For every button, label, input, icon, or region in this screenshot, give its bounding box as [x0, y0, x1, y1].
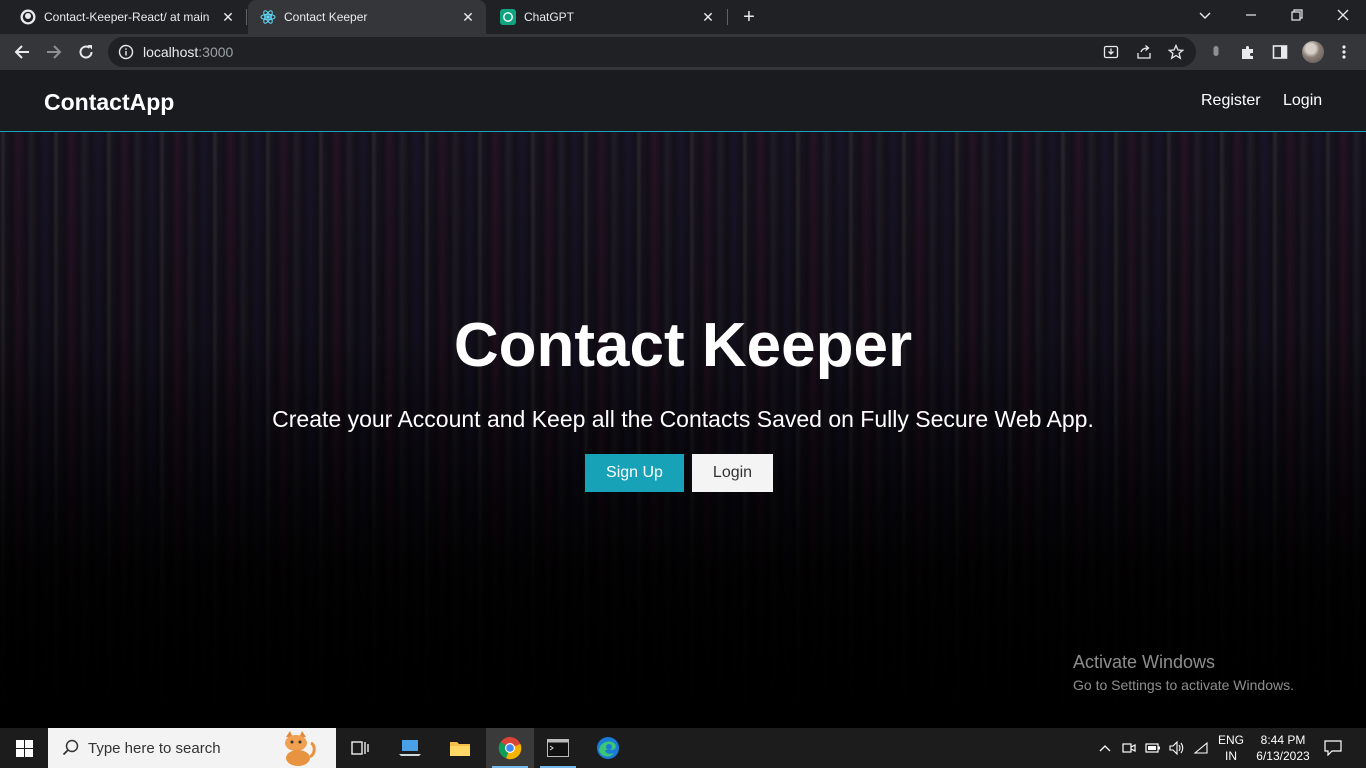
reload-icon [79, 45, 93, 59]
region-code: IN [1225, 749, 1237, 763]
start-button[interactable] [0, 728, 48, 768]
task-view-button[interactable] [336, 728, 384, 768]
extension-pin-icon [1213, 46, 1219, 56]
watermark-subtitle: Go to Settings to activate Windows. [1073, 677, 1294, 693]
reload-button[interactable] [72, 38, 100, 66]
tab-github[interactable]: Contact-Keeper-React/ at main · ✕ [8, 0, 246, 34]
taskbar-chrome[interactable] [486, 728, 534, 768]
tab-title: Contact-Keeper-React/ at main · [44, 10, 214, 24]
camera-icon [1122, 743, 1136, 753]
puzzle-icon [1242, 46, 1253, 59]
new-tab-button[interactable]: + [737, 5, 761, 29]
search-icon [62, 739, 79, 756]
hero-subtitle: Create your Account and Keep all the Con… [272, 406, 1094, 432]
language-code: ENG [1217, 733, 1244, 747]
tray-camera[interactable] [1118, 728, 1140, 768]
taskbar-laptop-app[interactable] [386, 728, 434, 768]
restore-icon [1291, 9, 1303, 21]
tab-title: ChatGPT [524, 10, 575, 24]
minimize-button[interactable] [1228, 0, 1274, 30]
tab-title: Contact Keeper [284, 10, 368, 24]
tray-battery[interactable] [1142, 728, 1164, 768]
battery-icon [1145, 743, 1160, 753]
url-host: localhost [143, 44, 199, 60]
taskbar-search-box[interactable]: Type here to search [48, 728, 336, 768]
side-panel-icon [1272, 45, 1288, 59]
tray-network[interactable] [1190, 728, 1212, 768]
laptop-icon [399, 740, 421, 756]
speaker-icon [1169, 741, 1184, 755]
window-close-button[interactable] [1320, 0, 1366, 30]
wifi-icon [1193, 741, 1208, 754]
edge-icon [597, 737, 619, 759]
react-icon [260, 9, 276, 25]
side-panel-button[interactable] [1266, 38, 1294, 66]
notification-icon [1324, 740, 1342, 756]
hero-background [0, 70, 1366, 728]
nav-login-link[interactable]: Login [1283, 92, 1322, 110]
menu-button[interactable] [1330, 38, 1358, 66]
chevron-down-icon [1199, 12, 1211, 19]
clock[interactable]: 8:44 PM 6/13/2023 [1252, 728, 1314, 768]
tab-chatgpt[interactable]: ChatGPT ✕ [488, 0, 726, 34]
minimize-icon [1246, 14, 1256, 16]
hero-title: Contact Keeper [453, 311, 913, 380]
tab-search-button[interactable] [1182, 0, 1228, 30]
close-icon[interactable]: ✕ [220, 9, 236, 25]
tray-volume[interactable] [1166, 728, 1188, 768]
address-bar[interactable]: localhost:3000 [108, 37, 1196, 67]
taskbar-terminal[interactable] [534, 728, 582, 768]
app-navbar: ContactApp Register Login [0, 70, 1366, 132]
windows-logo-icon [15, 739, 33, 757]
folder-icon [450, 742, 470, 756]
profile-avatar[interactable] [1302, 41, 1324, 63]
share-icon[interactable] [1136, 44, 1152, 60]
nav-register-link[interactable]: Register [1201, 92, 1261, 110]
taskbar-file-explorer[interactable] [436, 728, 484, 768]
notifications-button[interactable] [1318, 728, 1348, 768]
forward-button[interactable] [40, 38, 68, 66]
clock-date: 6/13/2023 [1256, 749, 1310, 763]
watermark-title: Activate Windows [1073, 652, 1216, 672]
arrow-right-icon [47, 45, 62, 59]
github-icon [20, 9, 36, 25]
windows-taskbar: Type here to search ENG IN 8:44 PM 6/13/… [0, 728, 1366, 768]
tab-separator [727, 9, 728, 25]
tab-contact-keeper[interactable]: Contact Keeper ✕ [248, 0, 486, 34]
arrow-left-icon [14, 45, 29, 59]
signup-button[interactable]: Sign Up [585, 454, 684, 492]
tab-separator [246, 9, 247, 25]
app-viewport: ContactApp Register Login Contact Keeper… [0, 70, 1366, 728]
close-icon [1337, 9, 1349, 21]
brand-logo[interactable]: ContactApp [44, 89, 174, 116]
activate-windows-watermark: Activate Windows Go to Settings to activ… [1073, 652, 1294, 693]
bookmark-star-icon[interactable] [1168, 44, 1184, 60]
clock-time: 8:44 PM [1260, 733, 1306, 747]
input-language[interactable]: ENG IN [1212, 728, 1250, 768]
url-port: :3000 [198, 44, 234, 60]
more-vert-icon [1342, 45, 1346, 59]
install-app-icon[interactable] [1103, 44, 1119, 60]
close-icon[interactable]: ✕ [460, 9, 476, 25]
tray-overflow-button[interactable] [1094, 728, 1116, 768]
chatgpt-icon [500, 9, 516, 25]
taskbar-edge[interactable] [584, 728, 632, 768]
chrome-icon [498, 737, 522, 760]
cat-illustration-icon [285, 731, 316, 766]
terminal-icon [547, 739, 569, 757]
extension-button[interactable] [1202, 38, 1230, 66]
back-button[interactable] [8, 38, 36, 66]
info-icon[interactable] [118, 44, 134, 60]
chevron-up-icon [1099, 745, 1111, 752]
task-view-icon [351, 741, 369, 755]
extensions-button[interactable] [1234, 38, 1262, 66]
search-placeholder: Type here to search [88, 739, 221, 757]
url-text: localhost:3000 [143, 44, 233, 60]
restore-button[interactable] [1274, 0, 1320, 30]
close-icon[interactable]: ✕ [700, 9, 716, 25]
browser-toolbar: localhost:3000 [0, 34, 1366, 70]
login-button[interactable]: Login [692, 454, 773, 492]
browser-tab-strip: Contact-Keeper-React/ at main · ✕ Contac… [0, 0, 1366, 34]
